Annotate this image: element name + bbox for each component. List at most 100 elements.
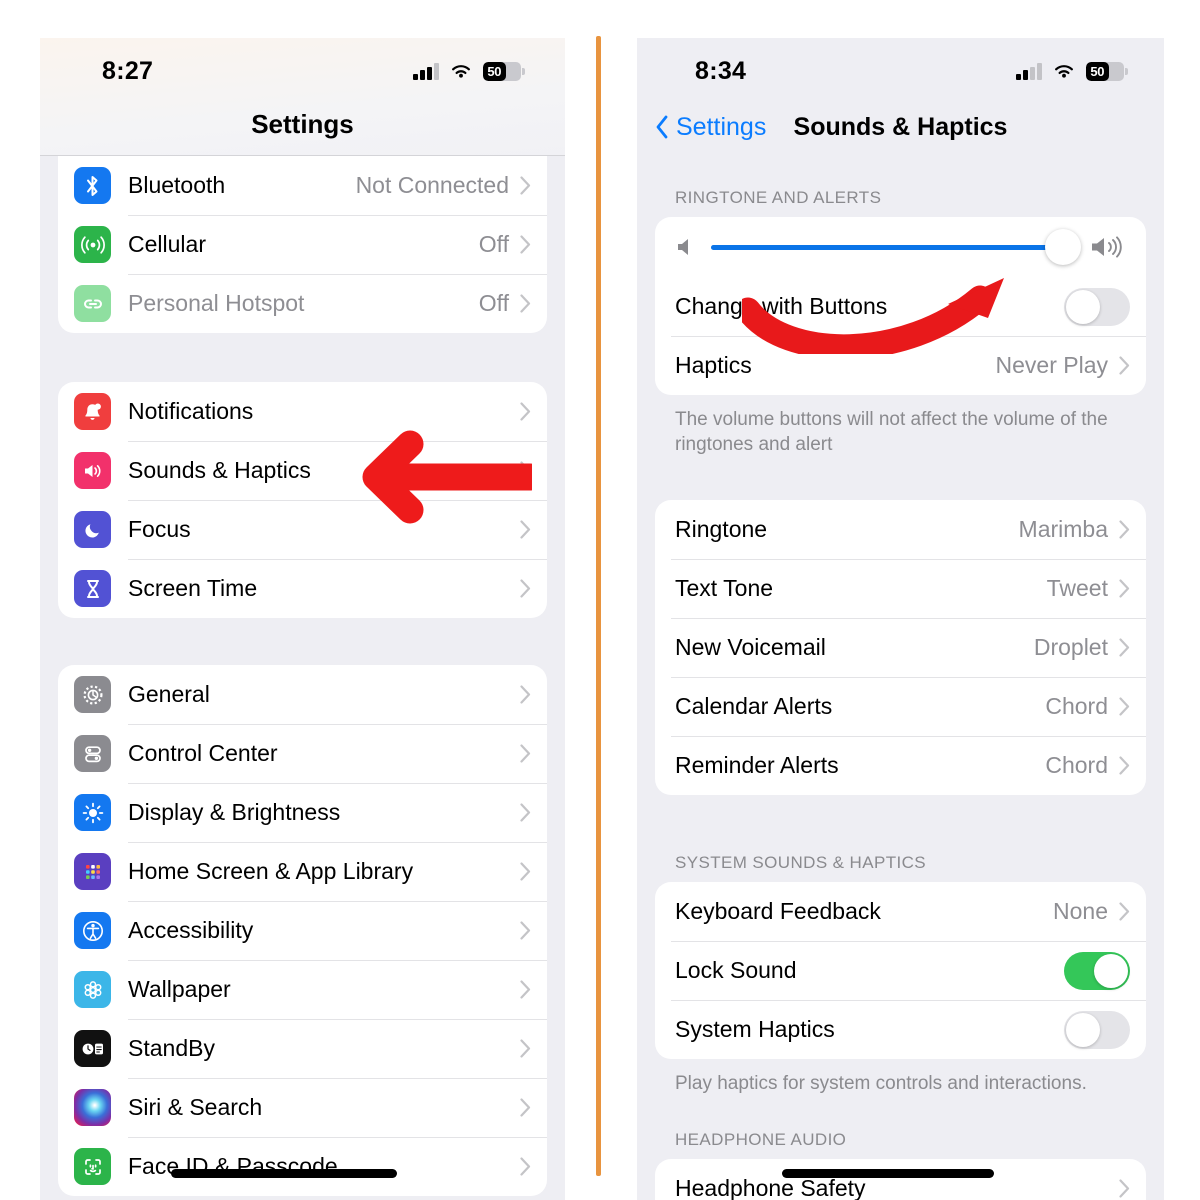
row-headphone-safety[interactable]: Headphone Safety [655, 1159, 1146, 1200]
row-ringtone[interactable]: Ringtone Marimba [655, 500, 1146, 559]
row-label: Notifications [128, 398, 254, 424]
sidebar-item-face-id-passcode[interactable]: Face ID & Passcode [58, 1137, 547, 1196]
accessibility-icon [74, 912, 111, 949]
chevron-right-icon [1119, 1179, 1130, 1198]
right-phone-screen: 8:34 50 Settings Sounds & Haptics RINGTO… [637, 38, 1164, 1200]
sidebar-item-standby[interactable]: StandBy [58, 1019, 547, 1078]
sidebar-item-wallpaper[interactable]: Wallpaper [58, 960, 547, 1019]
volume-slider-track[interactable] [711, 229, 1082, 265]
row-lock-sound[interactable]: Lock Sound [655, 941, 1146, 1000]
ringtone-alerts-card: Change with Buttons Haptics Never Play [655, 217, 1146, 395]
left-phone-screen: 8:27 50 Settings Bluetooth Not Connected… [40, 38, 565, 1200]
home-indicator [171, 1169, 397, 1178]
sidebar-item-screen-time[interactable]: Screen Time [58, 559, 547, 618]
wifi-icon [449, 63, 473, 80]
volume-slider-thumb[interactable] [1045, 229, 1082, 265]
chevron-right-icon [1119, 356, 1130, 375]
chevron-right-icon [520, 520, 531, 539]
section-header-headphone-audio: HEADPHONE AUDIO [675, 1130, 847, 1150]
sounds-haptics-scroll-area[interactable]: RINGTONE AND ALERTS Change with Buttons … [637, 160, 1164, 1200]
row-label: StandBy [128, 1035, 215, 1061]
row-label: Display & Brightness [128, 799, 341, 825]
back-button[interactable]: Settings [655, 113, 766, 142]
row-label: Ringtone [675, 516, 768, 543]
row-system-haptics[interactable]: System Haptics [655, 1000, 1146, 1059]
chevron-right-icon [520, 803, 531, 822]
sidebar-item-bluetooth[interactable]: Bluetooth Not Connected [58, 156, 547, 215]
battery-indicator: 50 [1085, 61, 1128, 81]
home-indicator [782, 1169, 994, 1178]
battery-indicator: 50 [482, 61, 525, 81]
sidebar-item-cellular[interactable]: Cellular Off [58, 215, 547, 274]
status-bar-indicators: 50 [1016, 61, 1128, 81]
battery-level-text: 50 [1090, 63, 1105, 79]
row-label: Personal Hotspot [128, 290, 305, 316]
row-keyboard-feedback[interactable]: Keyboard Feedback None [655, 882, 1146, 941]
sidebar-item-siri-search[interactable]: Siri & Search [58, 1078, 547, 1137]
row-value: Droplet [1033, 634, 1108, 661]
sidebar-item-notifications[interactable]: Notifications [58, 382, 547, 441]
left-status-bar: 8:27 50 [40, 38, 565, 94]
sidebar-item-control-center[interactable]: Control Center [58, 724, 547, 783]
sidebar-item-focus[interactable]: Focus [58, 500, 547, 559]
chevron-right-icon [1119, 902, 1130, 921]
row-change-with-buttons[interactable]: Change with Buttons [655, 277, 1146, 336]
sidebar-item-accessibility[interactable]: Accessibility [58, 901, 547, 960]
lock-sound-toggle[interactable] [1064, 951, 1130, 990]
sidebar-item-personal-hotspot[interactable]: Personal Hotspot Off [58, 274, 547, 333]
row-value: Off [478, 231, 509, 257]
row-label: Haptics [675, 352, 752, 378]
row-label: Control Center [128, 740, 278, 766]
row-label: Siri & Search [128, 1094, 263, 1120]
row-label: Bluetooth [128, 172, 226, 198]
row-label: Wallpaper [128, 976, 231, 1002]
row-reminder-alerts[interactable]: Reminder Alerts Chord [655, 736, 1146, 795]
status-bar-indicators: 50 [413, 61, 525, 81]
cellular-icon [74, 226, 111, 263]
chevron-right-icon [520, 1039, 531, 1058]
row-label: Calendar Alerts [675, 693, 833, 720]
chevron-right-icon [1119, 520, 1130, 539]
row-value: Chord [1045, 693, 1108, 720]
row-value: Off [478, 290, 509, 316]
row-text-tone[interactable]: Text Tone Tweet [655, 559, 1146, 618]
headphone-audio-card: Headphone Safety [655, 1159, 1146, 1200]
chevron-left-icon [656, 115, 668, 139]
status-bar-time: 8:27 [102, 56, 154, 85]
chevron-right-icon [520, 685, 531, 704]
row-haptics[interactable]: Haptics Never Play [655, 336, 1146, 395]
settings-scroll-area[interactable]: Bluetooth Not Connected Cellular Off Per… [40, 156, 565, 1200]
row-new-voicemail[interactable]: New Voicemail Droplet [655, 618, 1146, 677]
section-header-system-sounds-haptics: SYSTEM SOUNDS & HAPTICS [675, 853, 927, 873]
sidebar-item-sounds-haptics[interactable]: Sounds & Haptics [58, 441, 547, 500]
system-sounds-card: Keyboard Feedback None Lock Sound System… [655, 882, 1146, 1060]
right-nav-header: Settings Sounds & Haptics [637, 94, 1164, 160]
row-label: Accessibility [128, 917, 254, 943]
sidebar-item-home-screen-app-library[interactable]: Home Screen & App Library [58, 842, 547, 901]
ringtone-volume-slider-row[interactable] [655, 217, 1146, 277]
page-title: Settings [251, 109, 354, 139]
sidebar-item-display-brightness[interactable]: Display & Brightness [58, 783, 547, 842]
cellular-signal-icon [1016, 63, 1042, 80]
settings-group-system: General Control Center Display & Brightn… [58, 665, 547, 1196]
row-label: Focus [128, 516, 191, 542]
tones-card: Ringtone Marimba Text Tone Tweet New Voi… [655, 500, 1146, 796]
wallpaper-icon [74, 971, 111, 1008]
sidebar-item-general[interactable]: General [58, 665, 547, 724]
home-screen-app-library-icon [74, 853, 111, 890]
section-header-ringtone-and-alerts: RINGTONE AND ALERTS [675, 188, 882, 207]
system-haptics-toggle[interactable] [1064, 1010, 1130, 1049]
control-center-icon [74, 735, 111, 772]
status-bar-time: 8:34 [695, 56, 747, 85]
face-id-passcode-icon [74, 1148, 111, 1185]
settings-group-connectivity: Bluetooth Not Connected Cellular Off Per… [58, 156, 547, 333]
row-calendar-alerts[interactable]: Calendar Alerts Chord [655, 677, 1146, 736]
chevron-right-icon [520, 461, 531, 480]
row-label: Headphone Safety [675, 1175, 866, 1200]
chevron-right-icon [520, 235, 531, 254]
wifi-icon [1052, 63, 1076, 80]
chevron-right-icon [520, 176, 531, 195]
change-with-buttons-toggle[interactable] [1064, 287, 1130, 326]
row-label: Reminder Alerts [675, 752, 839, 779]
siri-search-icon [74, 1089, 111, 1126]
